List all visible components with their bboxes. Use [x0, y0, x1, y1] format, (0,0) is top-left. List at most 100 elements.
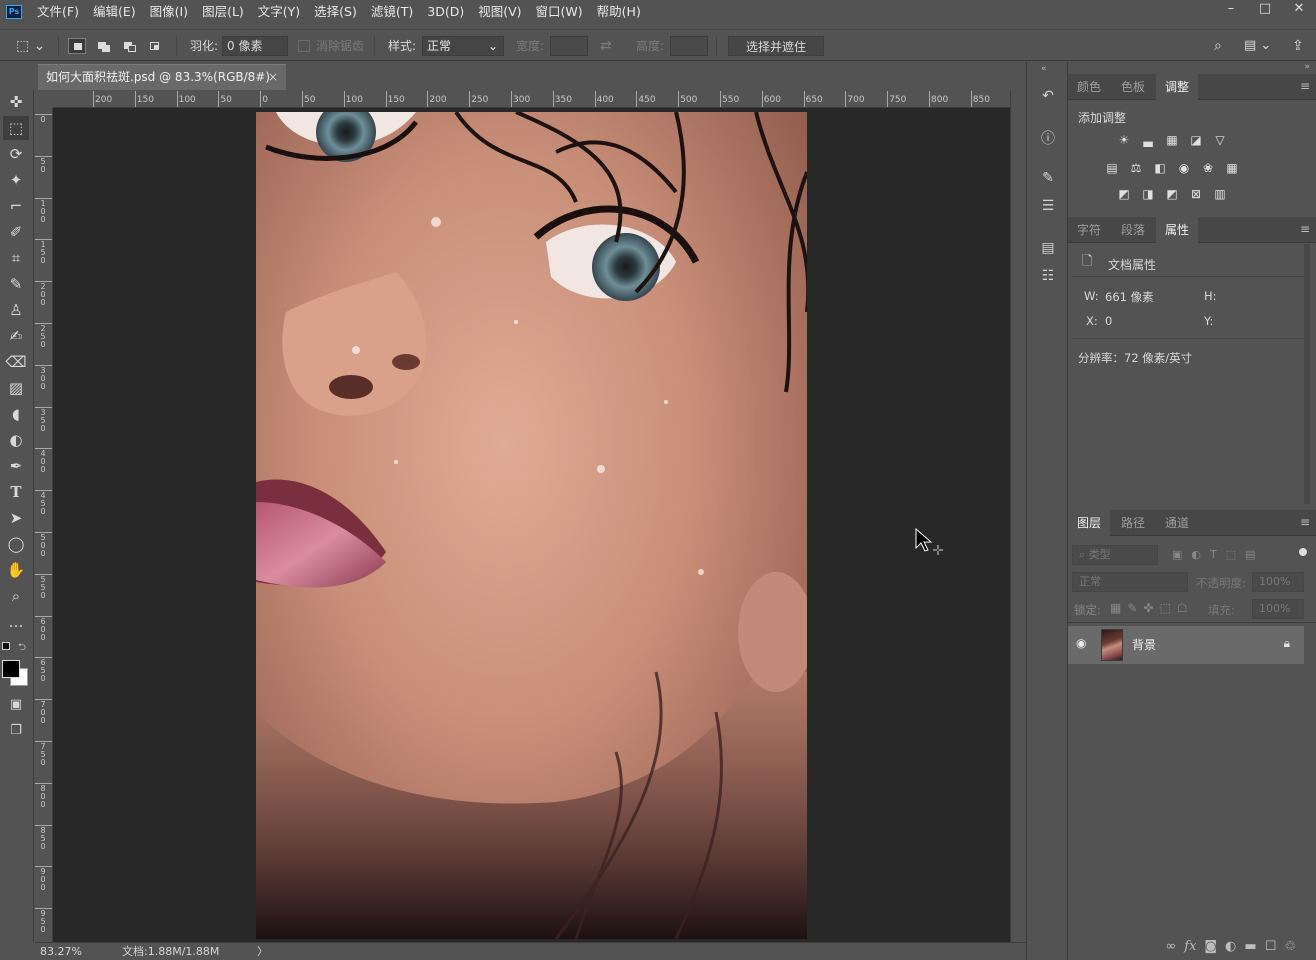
menu-view[interactable]: 视图(V) — [471, 0, 528, 24]
link-icon[interactable]: ∞ — [1165, 939, 1176, 954]
panel-menu-icon[interactable]: ≡ — [1300, 223, 1310, 235]
properties-scrollbar[interactable] — [1304, 244, 1310, 504]
more-tools-icon[interactable]: … — [3, 610, 29, 634]
info-panel-icon[interactable]: ⓘ — [1036, 126, 1060, 150]
tab-channels[interactable]: 通道 — [1156, 510, 1198, 536]
black-white-icon[interactable]: ◧ — [1148, 158, 1172, 178]
new-selection-icon[interactable] — [68, 38, 86, 54]
menu-3d[interactable]: 3D(D) — [420, 0, 471, 24]
menu-filter[interactable]: 滤镜(T) — [364, 0, 420, 24]
search-icon[interactable]: ⌕ — [1214, 36, 1222, 56]
lasso-tool-icon[interactable]: ⟳ — [3, 142, 29, 166]
subtract-selection-icon[interactable] — [120, 38, 138, 54]
tab-character[interactable]: 字符 — [1068, 217, 1110, 243]
height-input[interactable] — [670, 36, 708, 56]
brush-settings-icon[interactable]: ☰ — [1036, 194, 1060, 218]
layer-row-background[interactable]: ◉ 背景 🔒︎ — [1068, 626, 1304, 664]
document-image[interactable] — [256, 112, 807, 939]
eraser-tool-icon[interactable]: ⌫ — [3, 350, 29, 374]
color-lookup-icon[interactable]: ▦ — [1220, 158, 1244, 178]
workspace-icon[interactable]: ▤ ⌄ — [1244, 36, 1271, 56]
add-selection-icon[interactable] — [94, 38, 112, 54]
crop-tool-icon[interactable]: ⌐ — [3, 194, 29, 218]
lock-icon[interactable]: 🔒︎ — [1284, 636, 1290, 651]
collapse-panels-icon[interactable]: » — [1304, 62, 1310, 72]
vertical-scrollbar[interactable] — [1010, 91, 1026, 942]
gradient-map-icon[interactable]: ▥ — [1208, 184, 1232, 204]
share-icon[interactable]: ⇪ — [1292, 36, 1304, 56]
swap-colors-icon[interactable]: ⮌ — [18, 640, 26, 657]
menu-file[interactable]: 文件(F) — [30, 0, 86, 24]
ellipse-tool-icon[interactable]: ◯ — [3, 532, 29, 556]
menu-select[interactable]: 选择(S) — [307, 0, 364, 24]
fx-icon[interactable]: fx — [1184, 939, 1196, 954]
vibrance-icon[interactable]: ▽ — [1208, 130, 1232, 150]
tab-paths[interactable]: 路径 — [1112, 510, 1154, 536]
menu-layer[interactable]: 图层(L) — [195, 0, 251, 24]
vertical-ruler[interactable]: 0 50 100 150 200 250 300 350 400 450 500 550 600 650 7… — [35, 108, 53, 942]
type-tool-icon[interactable]: T — [3, 480, 29, 504]
mask-icon[interactable]: ◙ — [1204, 939, 1217, 954]
brightness-contrast-icon[interactable]: ☀ — [1112, 130, 1136, 150]
notes-panel-icon[interactable]: ☷ — [1036, 264, 1060, 288]
minimize-icon[interactable]: – — [1214, 0, 1248, 20]
style-select[interactable]: 正常 ⌄ — [422, 36, 504, 56]
document-tab[interactable]: 如何大面积祛斑.psd @ 83.3%(RGB/8#) × — [38, 64, 286, 90]
menu-type[interactable]: 文字(Y) — [251, 0, 307, 24]
marquee-preset-icon[interactable]: ⬚ ⌄ — [16, 36, 50, 56]
opacity-input[interactable]: 100% — [1252, 572, 1304, 592]
feather-input[interactable]: 0 像素 — [222, 36, 288, 56]
zoom-tool-icon[interactable]: ⌕ — [3, 584, 29, 608]
restore-icon[interactable]: □ — [1248, 0, 1282, 20]
foreground-color-swatch[interactable] — [2, 660, 20, 678]
quick-mask-icon[interactable]: ▣ — [3, 692, 29, 716]
menu-image[interactable]: 图像(I) — [143, 0, 195, 24]
clone-stamp-tool-icon[interactable]: ♙ — [3, 298, 29, 322]
brush-tool-icon[interactable]: ✎ — [3, 272, 29, 296]
panel-menu-icon[interactable]: ≡ — [1300, 516, 1310, 528]
threshold-icon[interactable]: ◩ — [1160, 184, 1184, 204]
move-tool-icon[interactable]: ✜ — [3, 90, 29, 114]
tab-layers[interactable]: 图层 — [1068, 510, 1111, 536]
actions-panel-icon[interactable]: ▤ — [1036, 236, 1060, 260]
zoom-level[interactable]: 83.27% — [40, 943, 82, 960]
lock-options-icons[interactable]: ▦✎✜⬚☖ — [1110, 601, 1194, 615]
close-tab-icon[interactable]: × — [268, 65, 278, 89]
quick-selection-tool-icon[interactable]: ✦ — [3, 168, 29, 192]
collapse-dock-icon[interactable]: « — [1041, 64, 1047, 74]
close-icon[interactable]: ✕ — [1282, 0, 1316, 20]
brush-panel-icon[interactable]: ✎ — [1036, 166, 1060, 190]
trash-icon[interactable]: ♲ — [1284, 939, 1296, 954]
status-menu-arrow[interactable]: 〉 — [257, 943, 268, 960]
tab-adjustments[interactable]: 调整 — [1156, 74, 1199, 100]
panel-menu-icon[interactable]: ≡ — [1300, 80, 1310, 92]
select-and-mask-button[interactable]: 选择并遮住 ... — [728, 36, 824, 74]
exposure-icon[interactable]: ◪ — [1184, 130, 1208, 150]
eyedropper-tool-icon[interactable]: ✐ — [3, 220, 29, 244]
photo-filter-icon[interactable]: ◉ — [1172, 158, 1196, 178]
blend-mode-select[interactable]: 正常 — [1072, 572, 1188, 592]
healing-brush-tool-icon[interactable]: ⌗ — [3, 246, 29, 270]
rectangular-marquee-tool-icon[interactable]: ⬚ — [3, 116, 29, 140]
new-layer-icon[interactable]: ☐ — [1265, 939, 1277, 954]
horizontal-ruler[interactable]: 200 150 100 50 0 50 100 150 200 250 300 350 400 450 50… — [53, 91, 1010, 108]
filter-toggle-icon[interactable] — [1299, 548, 1307, 556]
screen-mode-icon[interactable]: ❐ — [3, 718, 29, 742]
antialias-checkbox[interactable] — [298, 40, 310, 52]
fill-input[interactable]: 100% — [1252, 599, 1304, 619]
levels-icon[interactable]: ▃ — [1136, 130, 1160, 150]
menu-edit[interactable]: 编辑(E) — [86, 0, 143, 24]
visibility-eye-icon[interactable]: ◉ — [1076, 636, 1086, 650]
hand-tool-icon[interactable]: ✋ — [3, 558, 29, 582]
layer-filter-select[interactable]: ⌕ 类型 — [1072, 545, 1158, 565]
tab-color[interactable]: 颜色 — [1068, 74, 1110, 100]
layer-name[interactable]: 背景 — [1132, 636, 1156, 653]
blur-tool-icon[interactable]: ◖ — [3, 402, 29, 426]
group-icon[interactable]: ▬ — [1244, 939, 1256, 954]
ruler-origin[interactable] — [35, 91, 53, 108]
curves-icon[interactable]: ▦ — [1160, 130, 1184, 150]
invert-icon[interactable]: ◩ — [1112, 184, 1136, 204]
swap-icon[interactable]: ⇄ — [600, 36, 612, 56]
tab-properties[interactable]: 属性 — [1156, 217, 1199, 243]
pen-tool-icon[interactable]: ✒ — [3, 454, 29, 478]
